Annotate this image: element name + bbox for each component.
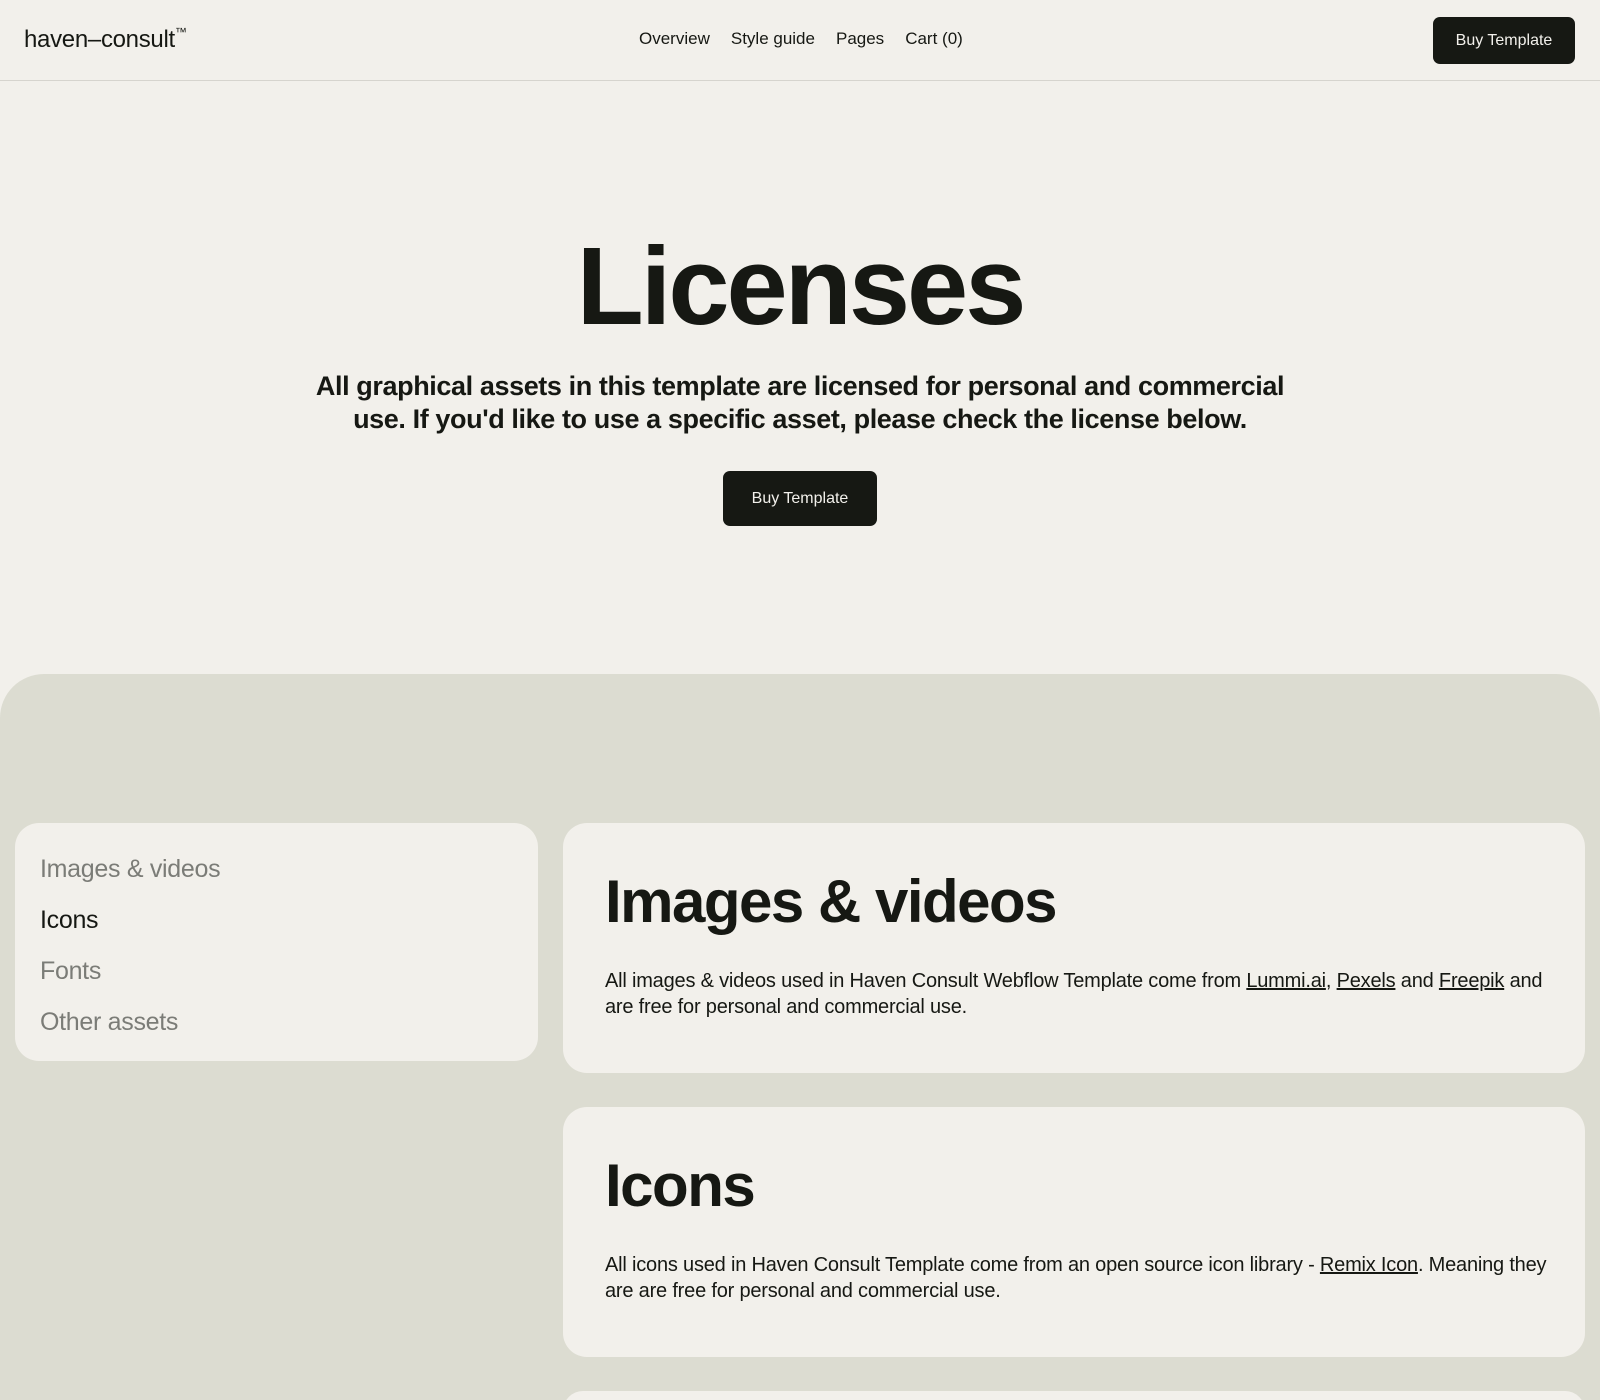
sidebar-item-images-videos[interactable]: Images & videos bbox=[40, 849, 513, 900]
pexels-link[interactable]: Pexels bbox=[1337, 970, 1396, 992]
nav-link-style-guide[interactable]: Style guide bbox=[731, 29, 815, 49]
nav-link-cart[interactable]: Cart (0) bbox=[905, 29, 963, 49]
images-videos-text: All images & videos used in Haven Consul… bbox=[605, 968, 1555, 1020]
text-segment: and bbox=[1395, 970, 1439, 992]
sidebar-item-other-assets[interactable]: Other assets bbox=[40, 1002, 513, 1053]
sidebar-item-icons[interactable]: Icons bbox=[40, 900, 513, 951]
icons-text: All icons used in Haven Consult Template… bbox=[605, 1252, 1555, 1304]
nav-link-overview[interactable]: Overview bbox=[639, 29, 710, 49]
nav-link-pages[interactable]: Pages bbox=[836, 29, 884, 49]
fonts-card bbox=[563, 1391, 1585, 1400]
lummi-link[interactable]: Lummi.ai bbox=[1246, 970, 1326, 992]
navbar: haven–consult™ Overview Style guide Page… bbox=[0, 0, 1600, 81]
text-segment: All icons used in Haven Consult Template… bbox=[605, 1254, 1320, 1276]
images-videos-heading: Images & videos bbox=[605, 868, 1058, 935]
icons-card: Icons All icons used in Haven Consult Te… bbox=[563, 1107, 1585, 1357]
logo-trademark: ™ bbox=[174, 25, 187, 39]
nav-buy-template-button[interactable]: Buy Template bbox=[1433, 17, 1575, 64]
images-videos-card: Images & videos All images & videos used… bbox=[563, 823, 1585, 1073]
text-segment: All images & videos used in Haven Consul… bbox=[605, 970, 1247, 992]
nav-links: Overview Style guide Pages Cart (0) bbox=[639, 29, 963, 49]
hero-buy-template-button[interactable]: Buy Template bbox=[723, 471, 877, 526]
freepik-link[interactable]: Freepik bbox=[1439, 970, 1504, 992]
hero-subtitle: All graphical assets in this template ar… bbox=[315, 371, 1285, 434]
license-sidebar: Images & videos Icons Fonts Other assets bbox=[15, 823, 538, 1061]
sidebar-item-fonts[interactable]: Fonts bbox=[40, 951, 513, 1002]
icons-heading: Icons bbox=[605, 1152, 756, 1219]
logo-text: haven–consult bbox=[24, 26, 175, 53]
page-title: Licenses bbox=[576, 225, 1027, 348]
text-segment: , bbox=[1325, 970, 1337, 992]
logo[interactable]: haven–consult™ bbox=[24, 25, 187, 54]
remix-icon-link[interactable]: Remix Icon bbox=[1320, 1254, 1418, 1276]
